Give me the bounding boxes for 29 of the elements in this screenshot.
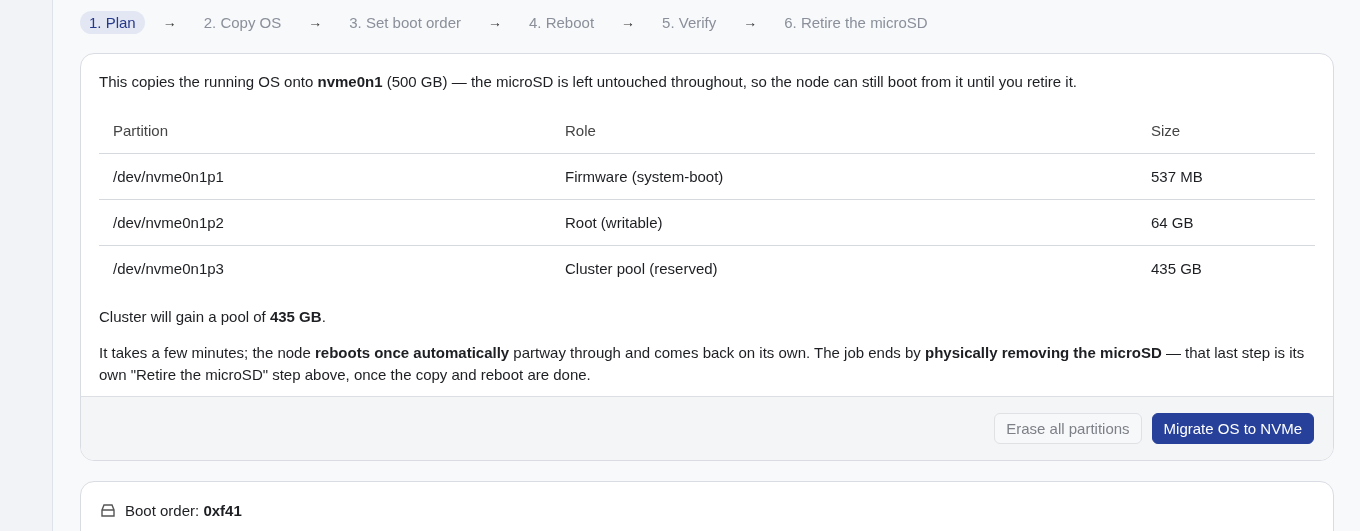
step-tab[interactable]: 5. Verify <box>653 10 726 34</box>
pool-note: Cluster will gain a pool of 435 GB. <box>99 307 327 327</box>
intro-text: This copies the running OS onto nvme0n1 (500 GB) — the microSD is left untouched throughout, so the node can still boot from it until you retire it. <box>99 72 1079 92</box>
table-cell: Firmware (system-boot) <box>551 153 1137 200</box>
boot-order-title: Boot order: 0xf41 <box>125 502 242 519</box>
migrate-button[interactable]: Migrate OS to NVMe <box>1151 413 1314 444</box>
table-cell: 64 GB <box>1137 199 1315 246</box>
table-cell: 435 GB <box>1137 245 1315 291</box>
step-tab[interactable]: 4. Reboot <box>520 10 604 34</box>
arrow-separator: → <box>620 14 637 30</box>
arrow-separator: → <box>161 14 178 30</box>
table-cell: Cluster pool (reserved) <box>551 245 1137 291</box>
column-header: Role <box>551 109 1137 154</box>
step-tab[interactable]: 6. Retire the microSD <box>775 10 937 34</box>
step-tab[interactable]: 1. Plan <box>80 10 145 34</box>
step-tab[interactable]: 2. Copy OS <box>194 10 291 34</box>
column-header: Partition <box>99 109 551 154</box>
details-text: It takes a few minutes; the node reboots once automatically partway through and comes back on its own. The job ends by physically removing the microSD — that last step is its own "Retire the microSD" step above, once the copy and reboot are done. <box>99 343 1306 385</box>
table-cell: /dev/nvme0n1p2 <box>99 199 551 246</box>
table-cell: 537 MB <box>1137 153 1315 200</box>
table-cell: Root (writable) <box>551 199 1137 246</box>
table-cell: /dev/nvme0n1p1 <box>99 153 551 200</box>
step-tab[interactable]: 3. Set boot order <box>340 10 470 34</box>
drive-icon <box>99 502 117 519</box>
arrow-separator: → <box>307 14 324 30</box>
table-cell: /dev/nvme0n1p3 <box>99 245 551 291</box>
arrow-separator: → <box>742 14 759 30</box>
arrow-separator: → <box>487 14 503 30</box>
column-header: Size <box>1137 109 1315 154</box>
